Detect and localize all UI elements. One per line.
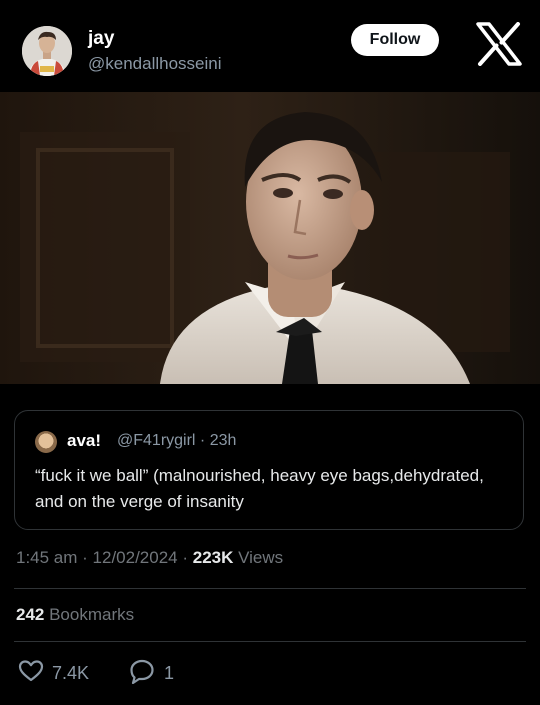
- x-logo-icon[interactable]: [474, 22, 524, 66]
- quoted-tweet[interactable]: ava! @F41rygirl · 23h “fuck it we ball” …: [14, 410, 524, 530]
- tweet-time[interactable]: 1:45 am: [16, 548, 77, 567]
- views-count: 223K: [192, 548, 234, 567]
- author-avatar[interactable]: [22, 26, 72, 76]
- author-handle[interactable]: @kendallhosseini: [88, 54, 222, 74]
- author-name[interactable]: jay: [88, 28, 114, 50]
- views-label: Views: [233, 548, 284, 567]
- heart-icon: [18, 659, 44, 688]
- reply-bubble-icon: [128, 658, 156, 689]
- quoted-author-avatar[interactable]: [35, 431, 57, 453]
- quoted-tweet-text: “fuck it we ball” (malnourished, heavy e…: [35, 466, 484, 511]
- tweet-header: jay @kendallhosseini Follow: [0, 0, 540, 90]
- reply-button[interactable]: 1: [128, 658, 175, 689]
- quoted-author-name[interactable]: ava!: [67, 431, 101, 451]
- separator-dot: ·: [177, 548, 193, 567]
- separator-dot: ·: [77, 548, 93, 567]
- tweet-date[interactable]: 12/02/2024: [93, 548, 178, 567]
- quoted-author-handle-time: @F41rygirl · 23h: [117, 432, 237, 449]
- follow-button[interactable]: Follow: [351, 24, 439, 56]
- bookmarks-count: 242: [16, 605, 45, 624]
- like-count: 7.4K: [52, 662, 90, 683]
- tweet-media-image[interactable]: [0, 92, 540, 384]
- divider: [14, 641, 526, 642]
- divider: [14, 588, 526, 589]
- like-button[interactable]: 7.4K: [18, 659, 90, 688]
- bookmarks-stat[interactable]: 242 Bookmarks: [16, 605, 134, 625]
- bookmarks-label: Bookmarks: [44, 605, 135, 624]
- reply-count: 1: [164, 662, 175, 683]
- tweet-timestamp: 1:45 am · 12/02/2024 · 223K Views: [16, 548, 283, 568]
